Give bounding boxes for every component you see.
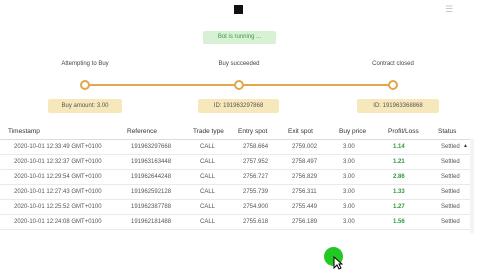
cell-status: Settled: [441, 189, 460, 195]
cell-profit-loss: 1.21: [393, 159, 405, 165]
cell-trade-type: CALL: [200, 159, 216, 165]
col-buy-price: Buy price: [339, 128, 367, 135]
cell-reference: 191962387788: [131, 204, 172, 210]
step-succeeded-label: Buy succeeded: [218, 61, 260, 67]
cell-reference: 191962181488: [131, 219, 172, 225]
cell-entry-spot: 2758.664: [243, 144, 269, 150]
cell-status: Settled: [441, 204, 460, 210]
cell-exit-spot: 2756.189: [292, 219, 318, 225]
col-profit-loss: Profit/Loss: [388, 128, 419, 135]
cell-reference: 191962592128: [131, 189, 172, 195]
table-row: 2020-10-01 12:29:54 GMT+0100 19196264424…: [0, 170, 470, 185]
cell-entry-spot: 2757.952: [243, 159, 269, 165]
col-timestamp: Timestamp: [8, 128, 40, 135]
cell-trade-type: CALL: [200, 189, 216, 195]
cell-exit-spot: 2759.002: [292, 144, 318, 150]
table-row: 2020-10-01 12:27:43 GMT+0100 19196259212…: [0, 185, 470, 200]
cell-buy-price: 3.00: [343, 204, 355, 210]
cell-trade-type: CALL: [200, 219, 216, 225]
cell-buy-price: 3.00: [343, 174, 355, 180]
table-row: 2020-10-01 12:32:37 GMT+0100 19196316344…: [0, 155, 470, 170]
step-node-1: [80, 80, 90, 90]
cell-buy-price: 3.00: [343, 144, 355, 150]
cell-buy-price: 3.00: [343, 189, 355, 195]
step-node-2: [234, 80, 244, 90]
cell-exit-spot: 2755.449: [292, 204, 318, 210]
cell-entry-spot: 2755.618: [243, 219, 269, 225]
cell-timestamp: 2020-10-01 12:25:52 GMT+0100: [14, 204, 102, 210]
cell-reference: 191962644248: [131, 174, 172, 180]
step-node-3: [388, 80, 398, 90]
buy-id-box: ID: 191963297868: [198, 99, 279, 113]
cell-exit-spot: 2756.829: [292, 174, 318, 180]
cell-status: Settled: [441, 144, 460, 150]
cell-entry-spot: 2755.739: [243, 189, 269, 195]
table-row: 2020-10-01 12:33:49 GMT+0100 19196329766…: [0, 140, 470, 155]
step-closed-label: Contract closed: [372, 61, 414, 67]
cell-reference: 191963163448: [131, 159, 172, 165]
cell-buy-price: 3.00: [343, 219, 355, 225]
cell-entry-spot: 2754.900: [243, 204, 269, 210]
cell-reference: 191963297668: [131, 144, 172, 150]
col-entry-spot: Entry spot: [238, 128, 268, 135]
col-status: Status: [438, 128, 457, 135]
table-header: Timestamp Reference Trade type Entry spo…: [0, 125, 470, 140]
cell-trade-type: CALL: [200, 204, 216, 210]
contract-id-box: ID: 191963368868: [357, 99, 439, 113]
cell-buy-price: 3.00: [343, 159, 355, 165]
cell-exit-spot: 2758.497: [292, 159, 318, 165]
cell-profit-loss: 2.86: [393, 174, 405, 180]
cell-profit-loss: 1.14: [393, 144, 405, 150]
cell-trade-type: CALL: [200, 144, 216, 150]
buy-amount-box: Buy amount: 3.00: [48, 99, 122, 113]
table-scrollbar[interactable]: [470, 139, 474, 233]
col-reference: Reference: [127, 128, 157, 135]
cell-status: Settled: [441, 159, 460, 165]
cell-timestamp: 2020-10-01 12:29:54 GMT+0100: [14, 174, 102, 180]
cell-status: Settled: [441, 174, 460, 180]
step-attempting-label: Attempting to Buy: [61, 61, 109, 67]
settings-icon[interactable]: ☰: [442, 3, 456, 15]
cell-timestamp: 2020-10-01 12:24:08 GMT+0100: [14, 219, 102, 225]
table-row: 2020-10-01 12:24:08 GMT+0100 19196218148…: [0, 215, 470, 230]
col-trade-type: Trade type: [193, 128, 224, 135]
cell-status: Settled: [441, 219, 460, 225]
cell-profit-loss: 1.33: [393, 189, 405, 195]
mouse-cursor-icon: [333, 256, 343, 270]
cell-profit-loss: 1.27: [393, 204, 405, 210]
cell-timestamp: 2020-10-01 12:33:49 GMT+0100: [14, 144, 102, 150]
cell-trade-type: CALL: [200, 174, 216, 180]
cell-exit-spot: 2756.311: [292, 189, 317, 195]
table-row: 2020-10-01 12:25:52 GMT+0100 19196238778…: [0, 200, 470, 215]
col-exit-spot: Exit spot: [288, 128, 313, 135]
cell-profit-loss: 1.56: [393, 219, 405, 225]
cell-timestamp: 2020-10-01 12:27:43 GMT+0100: [14, 189, 102, 195]
stop-button[interactable]: [234, 5, 243, 14]
status-badge: Bot is running ...: [203, 31, 276, 44]
cell-timestamp: 2020-10-01 12:32:37 GMT+0100: [14, 159, 102, 165]
cell-entry-spot: 2756.727: [243, 174, 269, 180]
